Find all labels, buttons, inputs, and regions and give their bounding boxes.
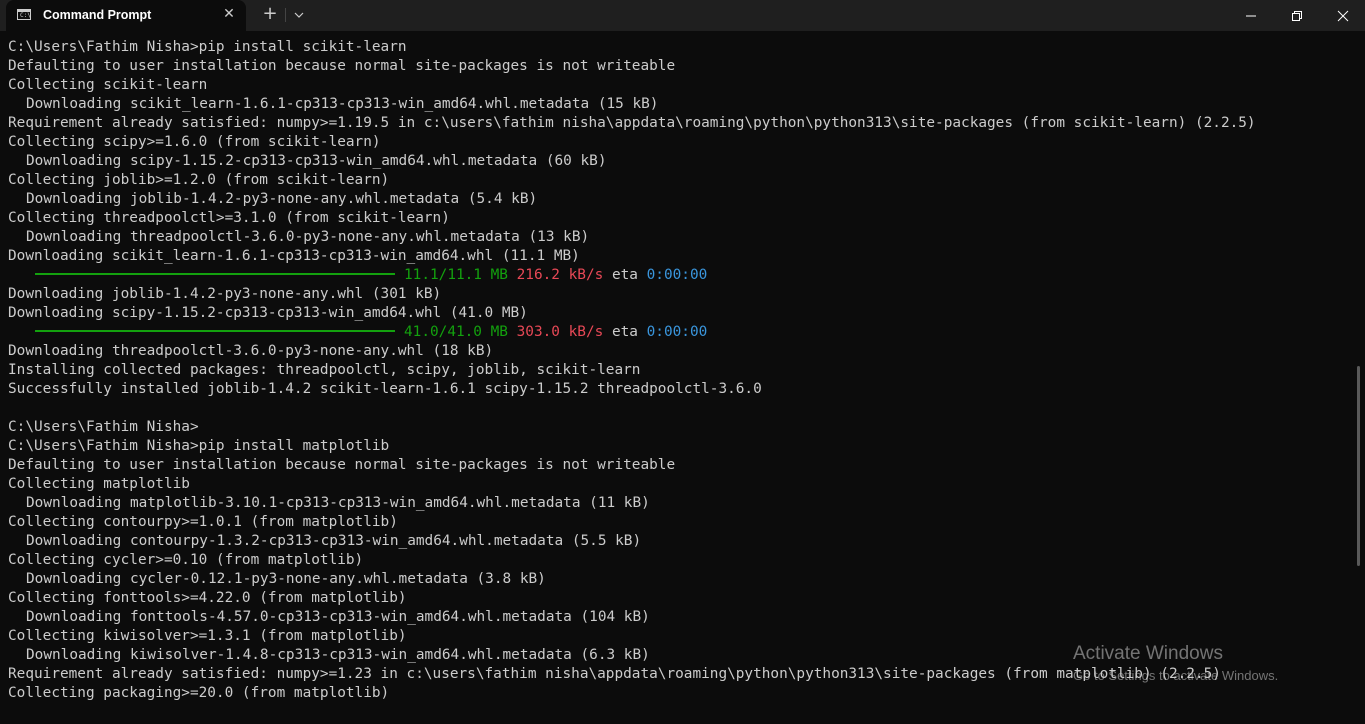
terminal-line: Downloading scikit_learn-1.6.1-cp313-cp3… (8, 248, 580, 264)
tab-title: Command Prompt (43, 8, 152, 22)
terminal-line: Collecting fonttools>=4.22.0 (from matpl… (8, 590, 407, 606)
terminal-line: Successfully installed joblib-1.4.2 scik… (8, 381, 762, 397)
progress-line: 41.0/41.0 MB 303.0 kB/s eta 0:00:00 (8, 323, 1353, 342)
terminal-line: Collecting joblib>=1.2.0 (from scikit-le… (8, 172, 390, 188)
terminal-line: Installing collected packages: threadpoo… (8, 362, 641, 378)
terminal-line: Downloading kiwisolver-1.4.8-cp313-cp313… (26, 647, 650, 663)
progress-eta-label: eta (611, 267, 638, 283)
terminal-line: Downloading threadpoolctl-3.6.0-py3-none… (8, 343, 494, 359)
minimize-icon (1246, 15, 1256, 17)
terminal-line: C:\Users\Fathim Nisha>pip install scikit… (8, 39, 407, 55)
terminal-output[interactable]: C:\Users\Fathim Nisha>pip install scikit… (8, 38, 1353, 724)
close-window-button[interactable] (1320, 0, 1365, 31)
terminal-line: Requirement already satisfied: numpy>=1.… (8, 115, 1256, 131)
progress-bar (35, 273, 395, 275)
progress-speed: 303.0 kB/s (516, 324, 604, 340)
minimize-button[interactable] (1228, 0, 1274, 31)
terminal-line: Downloading threadpoolctl-3.6.0-py3-none… (26, 229, 590, 245)
terminal-line: Collecting cycler>=0.10 (from matplotlib… (8, 552, 364, 568)
terminal-line: Collecting threadpoolctl>=3.1.0 (from sc… (8, 210, 450, 226)
progress-size: 11.1/11.1 MB (404, 267, 508, 283)
terminal-line: Downloading fonttools-4.57.0-cp313-cp313… (26, 609, 650, 625)
restore-button[interactable] (1274, 0, 1320, 31)
terminal-line: Downloading matplotlib-3.10.1-cp313-cp31… (26, 495, 650, 511)
terminal-line: Collecting matplotlib (8, 476, 190, 492)
terminal-line: Collecting scipy>=1.6.0 (from scikit-lea… (8, 134, 381, 150)
terminal-line: Collecting kiwisolver>=1.3.1 (from matpl… (8, 628, 407, 644)
progress-eta: 0:00:00 (646, 324, 708, 340)
restore-icon (1292, 11, 1302, 21)
terminal-line: Collecting packaging>=20.0 (from matplot… (8, 685, 390, 701)
terminal-line: Downloading cycler-0.12.1-py3-none-any.w… (26, 571, 546, 587)
terminal-line: Downloading contourpy-1.3.2-cp313-cp313-… (26, 533, 642, 549)
terminal-line: Downloading joblib-1.4.2-py3-none-any.wh… (8, 286, 442, 302)
title-bar: C:\ Command Prompt ✕ + (0, 0, 1365, 31)
chevron-down-icon[interactable] (290, 5, 308, 25)
cmd-icon: C:\ (17, 9, 31, 20)
terminal-line: Downloading scipy-1.15.2-cp313-cp313-win… (26, 153, 607, 169)
scrollbar[interactable] (1357, 366, 1360, 566)
terminal-line: C:\Users\Fathim Nisha> (8, 419, 199, 435)
terminal-line: Collecting scikit-learn (8, 77, 208, 93)
progress-speed: 216.2 kB/s (516, 267, 604, 283)
close-tab-icon[interactable]: ✕ (220, 5, 238, 23)
close-icon (1337, 10, 1349, 22)
progress-bar (35, 330, 395, 332)
tab-separator (285, 8, 286, 22)
terminal-line: Requirement already satisfied: numpy>=1.… (8, 666, 1221, 682)
progress-eta: 0:00:00 (646, 267, 708, 283)
terminal-line: Collecting contourpy>=1.0.1 (from matplo… (8, 514, 398, 530)
progress-line: 11.1/11.1 MB 216.2 kB/s eta 0:00:00 (8, 266, 1353, 285)
progress-size: 41.0/41.0 MB (404, 324, 508, 340)
tab-command-prompt[interactable]: C:\ Command Prompt ✕ (6, 0, 246, 31)
terminal-line: Defaulting to user installation because … (8, 457, 676, 473)
new-tab-button[interactable]: + (260, 4, 280, 24)
terminal-line: Defaulting to user installation because … (8, 58, 676, 74)
terminal-line: C:\Users\Fathim Nisha>pip install matplo… (8, 438, 390, 454)
terminal-line: Downloading joblib-1.4.2-py3-none-any.wh… (26, 191, 538, 207)
progress-eta-label: eta (611, 324, 638, 340)
terminal-line: Downloading scipy-1.15.2-cp313-cp313-win… (8, 305, 528, 321)
terminal-line: Downloading scikit_learn-1.6.1-cp313-cp3… (26, 96, 659, 112)
